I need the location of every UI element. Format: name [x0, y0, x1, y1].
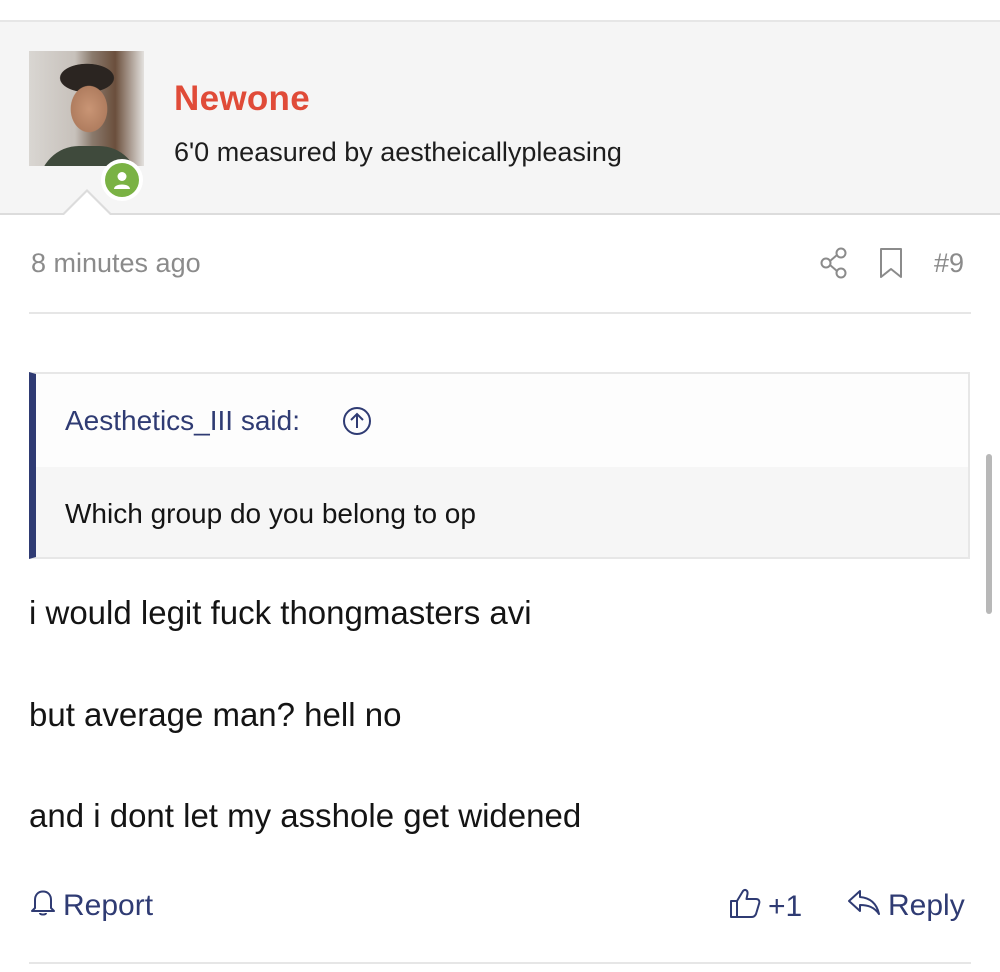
page-scrollbar[interactable]: [986, 454, 992, 614]
bell-icon: [29, 886, 63, 926]
bottom-divider: [29, 962, 971, 964]
report-button[interactable]: Report: [29, 886, 153, 926]
reply-arrow-icon: [846, 886, 888, 926]
thumbs-up-icon: [728, 886, 768, 928]
quote-author-link[interactable]: Aesthetics_III said:: [65, 405, 300, 437]
reply-button[interactable]: Reply: [846, 886, 965, 926]
post-body-line: but average man? hell no: [29, 696, 402, 733]
quote-content: Which group do you belong to op: [36, 467, 968, 557]
quote-header: Aesthetics_III said:: [36, 374, 968, 467]
quote-text: Which group do you belong to op: [65, 498, 476, 529]
like-count: +1: [768, 890, 803, 923]
post-body-line: and i dont let my asshole get widened: [29, 797, 582, 834]
share-icon[interactable]: [820, 246, 848, 285]
like-button[interactable]: +1: [728, 886, 802, 928]
post-timestamp[interactable]: 8 minutes ago: [31, 248, 201, 279]
jump-to-quote-icon[interactable]: [342, 406, 371, 435]
post-body-line: i would legit fuck thongmasters avi: [29, 594, 532, 631]
username-link[interactable]: Newone: [174, 79, 310, 119]
report-label: Report: [63, 889, 154, 922]
meta-divider: [29, 312, 971, 314]
user-info-block: Newone 6'0 measured by aestheicallypleas…: [0, 22, 1000, 215]
bookmark-icon[interactable]: [878, 246, 904, 285]
post-number-link[interactable]: #9: [934, 248, 964, 279]
avatar[interactable]: [29, 51, 144, 166]
user-block-pointer-fill: [63, 192, 111, 216]
reply-label: Reply: [888, 889, 965, 922]
quote-block: Aesthetics_III said: Which group do you …: [29, 372, 970, 559]
user-title: 6'0 measured by aestheicallypleasing: [174, 137, 622, 167]
